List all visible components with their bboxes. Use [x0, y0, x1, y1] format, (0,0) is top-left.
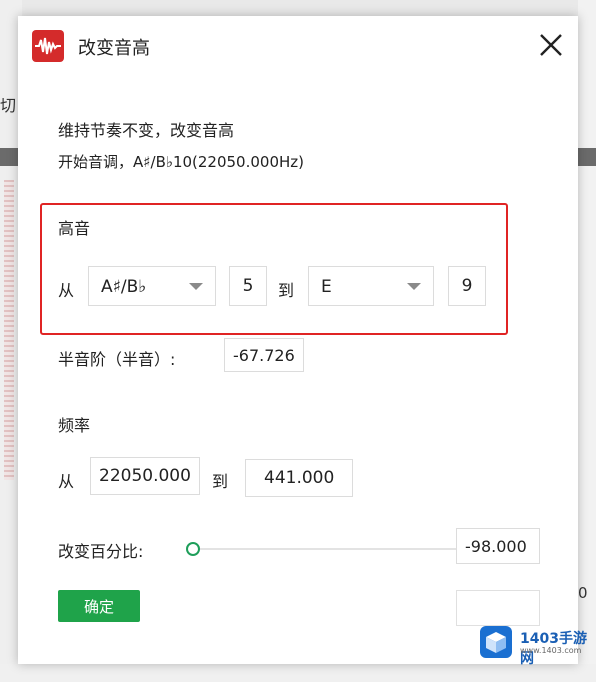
to-note-value: E	[321, 277, 332, 297]
close-icon	[540, 34, 562, 56]
change-pitch-dialog: 改变音高 维持节奏不变，改变音高 开始音调，A♯/B♭10(22050.000H…	[18, 16, 578, 664]
to-octave-field[interactable]: 9	[448, 266, 486, 306]
background-waveform	[4, 180, 14, 480]
ok-button[interactable]: 确定	[58, 590, 140, 622]
background-right-label: 0	[578, 584, 588, 602]
from-frequency-field[interactable]: 22050.000	[90, 457, 200, 495]
percent-field[interactable]: -98.000	[456, 528, 540, 564]
percent-slider-handle[interactable]	[186, 542, 200, 556]
close-button[interactable]	[536, 30, 566, 60]
chevron-down-icon	[407, 283, 421, 290]
percent-change-label: 改变百分比:	[58, 542, 144, 561]
to-note-select[interactable]: E	[308, 266, 434, 306]
chevron-down-icon	[189, 283, 203, 290]
to-frequency-field[interactable]: 441.000	[245, 459, 353, 497]
background-left-label: 切	[0, 96, 17, 115]
cube-logo-icon	[480, 626, 512, 658]
dialog-titlebar: 改变音高	[18, 16, 578, 76]
info-text-line-1: 维持节奏不变，改变音高	[58, 121, 235, 140]
frequency-to-label: 到	[212, 472, 229, 491]
semitone-label: 半音阶（半音）:	[58, 350, 176, 369]
pitch-section-label: 高音	[58, 219, 91, 238]
background-app-right	[578, 0, 596, 682]
background-status-area	[0, 664, 596, 682]
pitch-to-label: 到	[278, 281, 295, 300]
background-toolbar-strip-right	[578, 148, 596, 166]
watermark-domain: www.1403.com	[520, 646, 582, 655]
cancel-button[interactable]	[456, 590, 540, 626]
semitone-field[interactable]: -67.726	[224, 338, 304, 372]
site-watermark: 1403手游网 www.1403.com	[478, 624, 590, 667]
waveform-icon	[32, 30, 64, 62]
info-text-line-2: 开始音调，A♯/B♭10(22050.000Hz)	[58, 153, 304, 171]
frequency-section-label: 频率	[58, 416, 91, 435]
frequency-from-label: 从	[58, 472, 75, 491]
pitch-from-label: 从	[58, 281, 75, 300]
from-note-value: A♯/B♭	[101, 277, 147, 297]
from-note-select[interactable]: A♯/B♭	[88, 266, 216, 306]
from-octave-field[interactable]: 5	[229, 266, 267, 306]
percent-slider-track[interactable]	[188, 548, 458, 550]
dialog-title: 改变音高	[78, 38, 150, 59]
